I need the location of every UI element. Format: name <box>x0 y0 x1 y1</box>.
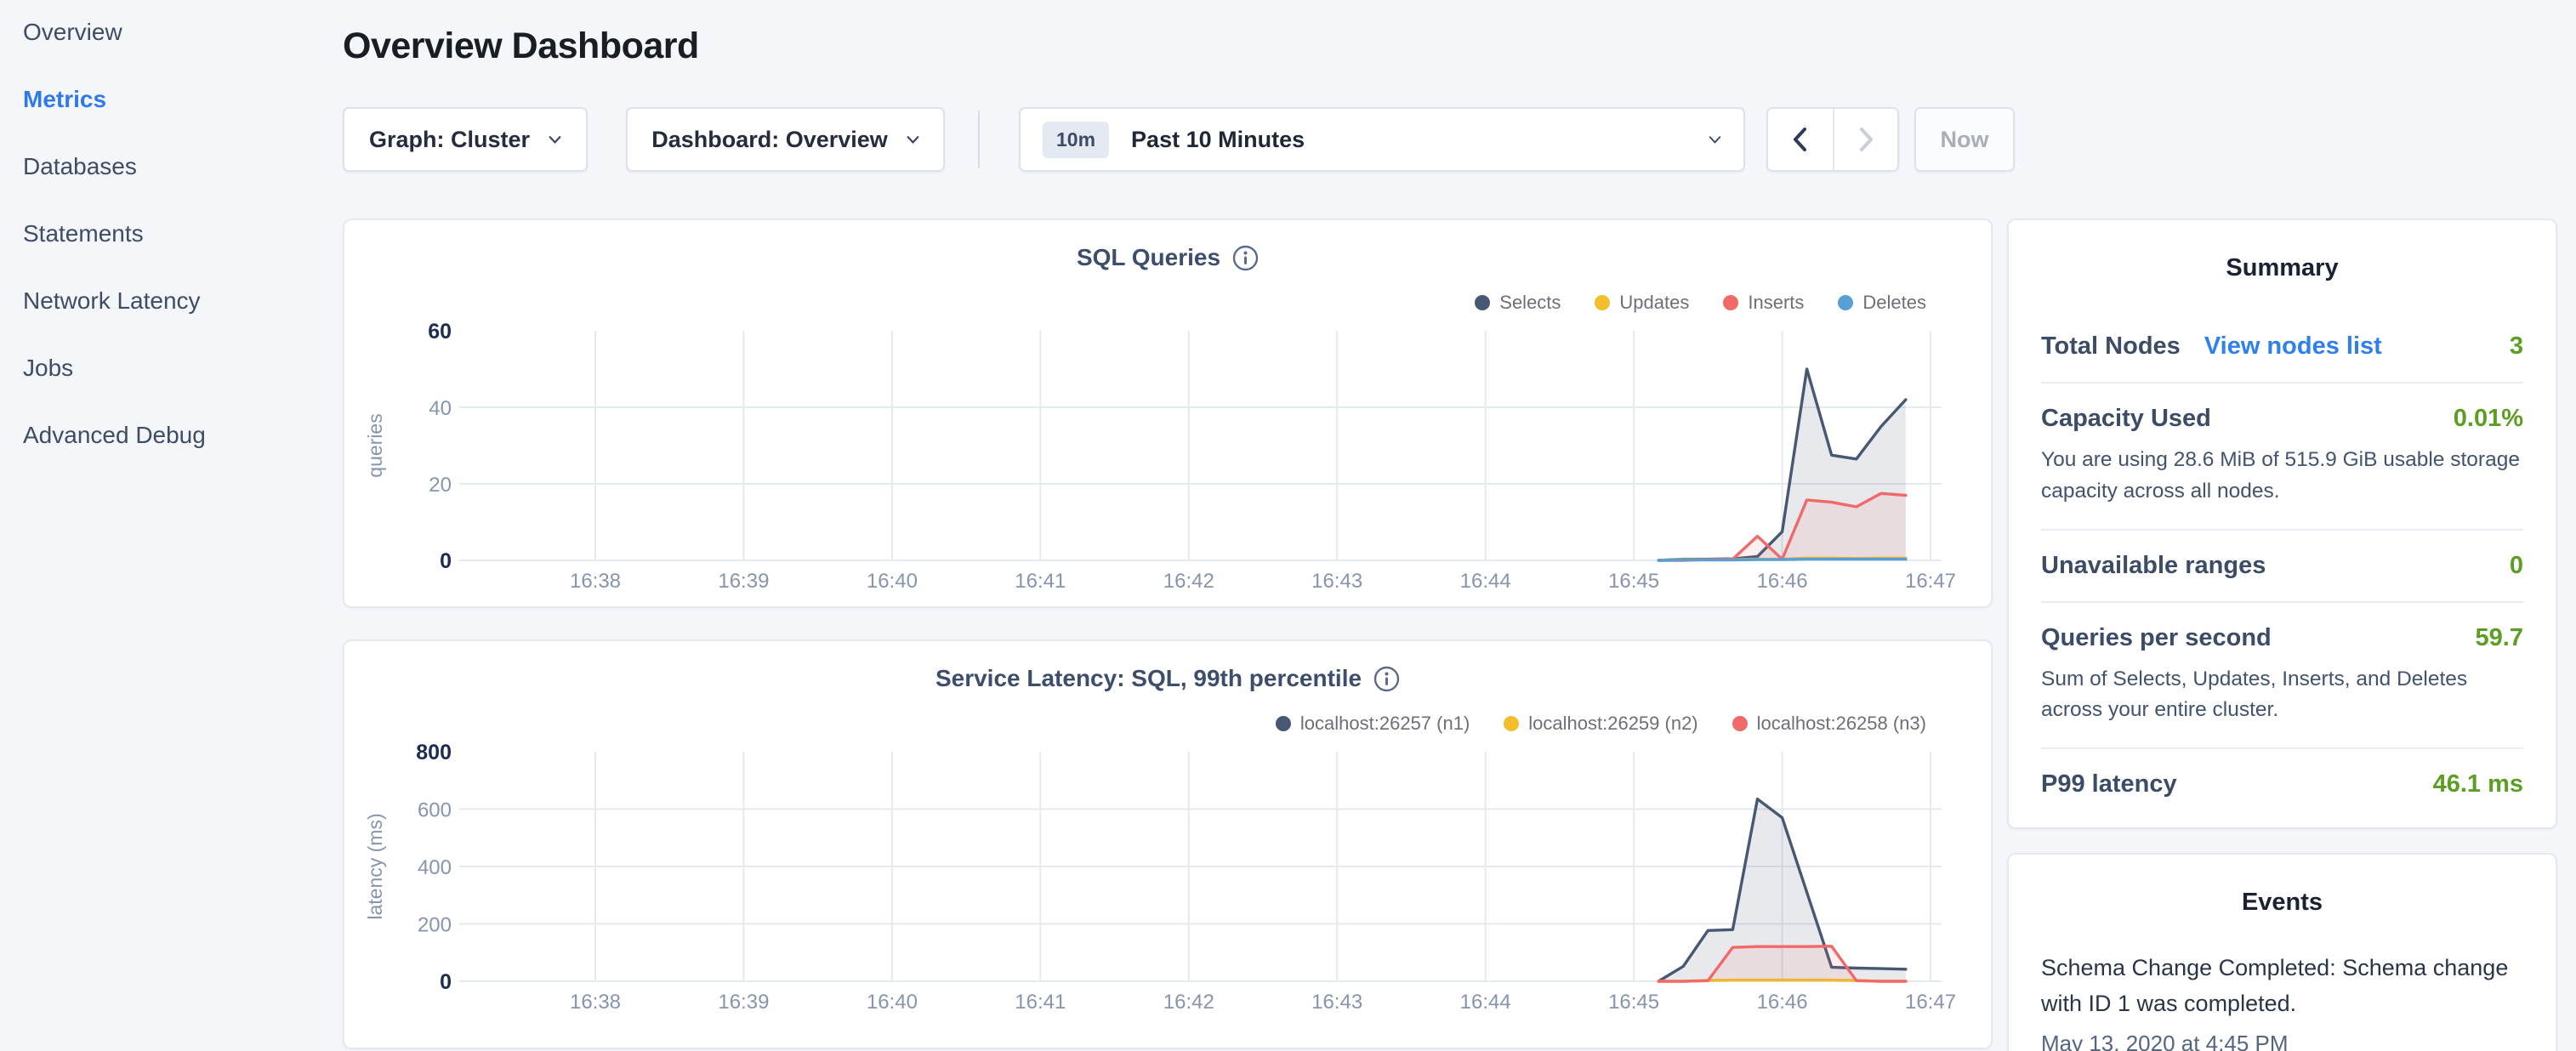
sql-queries-chart[interactable]: 0 20 40 60 16:38 16:39 16:40 16:41 16:42 16:43 16:… <box>344 220 1994 610</box>
chevron-right-icon <box>1853 124 1879 155</box>
graph-scope-dropdown[interactable]: Graph: Cluster <box>343 107 588 172</box>
summary-description: Sum of Selects, Updates, Inserts, and De… <box>2041 664 2523 727</box>
svg-text:0: 0 <box>440 549 452 573</box>
service-latency-chart[interactable]: 0 200 400 600 800 16:38 16:39 16:40 16:41 16:42 16… <box>344 641 1994 1031</box>
summary-row-total-nodes: Total Nodes View nodes list 3 <box>2041 311 2523 382</box>
time-window-value: Past 10 Minutes <box>1131 127 1305 153</box>
events-title: Events <box>2041 889 2523 917</box>
view-nodes-list-link[interactable]: View nodes list <box>2204 332 2382 361</box>
sidebar-item-metrics[interactable]: Metrics <box>23 85 329 113</box>
events-panel: Events Schema Change Completed: Schema c… <box>2007 853 2557 1051</box>
summary-label: Queries per second <box>2041 624 2272 652</box>
summary-row-unavailable-ranges: Unavailable ranges 0 <box>2041 529 2523 601</box>
svg-text:16:39: 16:39 <box>718 991 769 1014</box>
svg-text:16:40: 16:40 <box>867 570 918 593</box>
summary-label: Unavailable ranges <box>2041 552 2266 580</box>
svg-text:20: 20 <box>429 474 452 497</box>
svg-text:16:47: 16:47 <box>1905 991 1956 1014</box>
summary-rows: Total Nodes View nodes list 3 Capacity U… <box>2041 311 2523 820</box>
time-next-button[interactable] <box>1833 109 1897 170</box>
svg-text:16:45: 16:45 <box>1608 991 1659 1014</box>
graph-scope-value: Graph: Cluster <box>369 127 530 153</box>
now-button[interactable]: Now <box>1914 107 2015 172</box>
svg-text:16:42: 16:42 <box>1163 991 1214 1014</box>
svg-text:800: 800 <box>416 741 452 764</box>
svg-text:16:38: 16:38 <box>570 991 621 1014</box>
chevron-down-icon <box>1709 134 1721 146</box>
summary-description: You are using 28.6 MiB of 515.9 GiB usab… <box>2041 445 2523 508</box>
time-window-dropdown[interactable]: 10m Past 10 Minutes <box>1019 107 1745 172</box>
summary-value: 46.1 ms <box>2433 770 2523 798</box>
chevron-down-icon <box>907 134 919 146</box>
event-message: Schema Change Completed: Schema change w… <box>2041 951 2523 1022</box>
summary-row-capacity-used: Capacity Used 0.01% You are using 28.6 M… <box>2041 382 2523 529</box>
svg-text:16:39: 16:39 <box>718 570 769 593</box>
summary-value: 0.01% <box>2454 405 2523 433</box>
svg-text:16:46: 16:46 <box>1757 570 1808 593</box>
summary-label: Capacity Used <box>2041 405 2211 433</box>
svg-text:16:45: 16:45 <box>1608 570 1659 593</box>
sidebar-item-jobs[interactable]: Jobs <box>23 354 329 382</box>
svg-text:16:44: 16:44 <box>1460 570 1511 593</box>
dashboard-value: Dashboard: Overview <box>651 127 888 153</box>
chevron-down-icon <box>549 134 561 146</box>
dashboard-dropdown[interactable]: Dashboard: Overview <box>626 107 945 172</box>
chevron-left-icon <box>1788 124 1813 155</box>
svg-text:60: 60 <box>428 320 452 344</box>
sidebar-item-advanced-debug[interactable]: Advanced Debug <box>23 421 329 449</box>
summary-label: Total Nodes <box>2041 332 2181 361</box>
summary-panel: Summary Total Nodes View nodes list 3 Ca… <box>2007 219 2557 829</box>
service-latency-panel: Service Latency: SQL, 99th percentile lo… <box>343 639 1993 1049</box>
svg-text:0: 0 <box>440 970 452 994</box>
svg-text:latency (ms): latency (ms) <box>364 813 386 919</box>
summary-label: P99 latency <box>2041 770 2177 798</box>
svg-text:16:46: 16:46 <box>1757 991 1808 1014</box>
summary-row-p99-latency: P99 latency 46.1 ms <box>2041 747 2523 820</box>
svg-text:40: 40 <box>429 397 452 420</box>
sidebar-item-network-latency[interactable]: Network Latency <box>23 287 329 315</box>
overview-dashboard-page: { "sidebar": { "items": [ {"label": "Ove… <box>0 0 2576 1051</box>
summary-title: Summary <box>2041 254 2523 282</box>
svg-text:16:42: 16:42 <box>1163 570 1214 593</box>
svg-text:200: 200 <box>418 914 452 937</box>
svg-text:16:44: 16:44 <box>1460 991 1511 1014</box>
svg-text:400: 400 <box>418 856 452 879</box>
sidebar-item-overview[interactable]: Overview <box>23 18 329 46</box>
svg-text:16:38: 16:38 <box>570 570 621 593</box>
page-title: Overview Dashboard <box>343 26 699 67</box>
sidebar: Overview Metrics Databases Statements Ne… <box>23 18 329 449</box>
sidebar-item-statements[interactable]: Statements <box>23 219 329 247</box>
time-pager <box>1766 107 1899 172</box>
time-window-badge: 10m <box>1043 122 1109 158</box>
svg-text:16:43: 16:43 <box>1311 570 1362 593</box>
sql-queries-panel: SQL Queries Selects Updates Inserts Dele… <box>343 219 1993 608</box>
summary-value: 59.7 <box>2476 624 2523 652</box>
summary-value: 3 <box>2510 332 2523 361</box>
svg-text:16:40: 16:40 <box>867 991 918 1014</box>
svg-text:600: 600 <box>418 799 452 822</box>
toolbar-divider <box>978 111 980 168</box>
time-prev-button[interactable] <box>1768 109 1833 170</box>
svg-text:16:41: 16:41 <box>1015 991 1066 1014</box>
summary-row-queries-per-second: Queries per second 59.7 Sum of Selects, … <box>2041 601 2523 748</box>
svg-text:16:43: 16:43 <box>1311 991 1362 1014</box>
svg-text:16:41: 16:41 <box>1015 570 1066 593</box>
event-timestamp: May 13, 2020 at 4:45 PM <box>2041 1031 2523 1051</box>
now-button-label: Now <box>1941 127 1989 153</box>
svg-text:queries: queries <box>364 413 386 477</box>
sidebar-item-databases[interactable]: Databases <box>23 152 329 180</box>
svg-text:16:47: 16:47 <box>1905 570 1956 593</box>
summary-value: 0 <box>2510 552 2523 580</box>
